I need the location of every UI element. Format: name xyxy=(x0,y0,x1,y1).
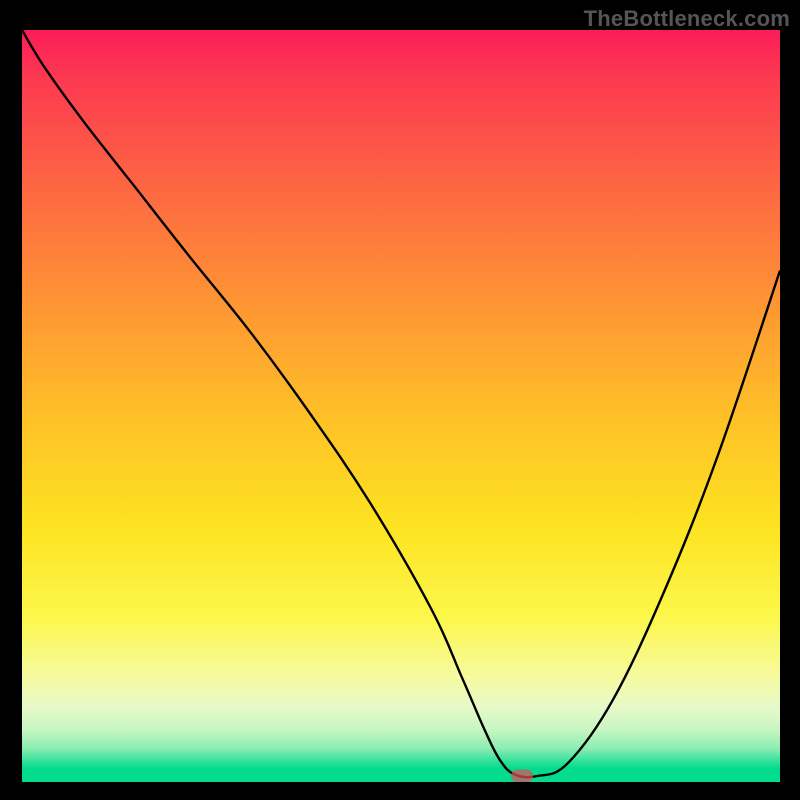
chart-frame: TheBottleneck.com xyxy=(0,0,800,800)
attribution-label: TheBottleneck.com xyxy=(584,6,790,32)
bottleneck-curve xyxy=(22,30,780,782)
optimal-point-marker xyxy=(511,770,533,783)
plot-area xyxy=(22,30,780,782)
